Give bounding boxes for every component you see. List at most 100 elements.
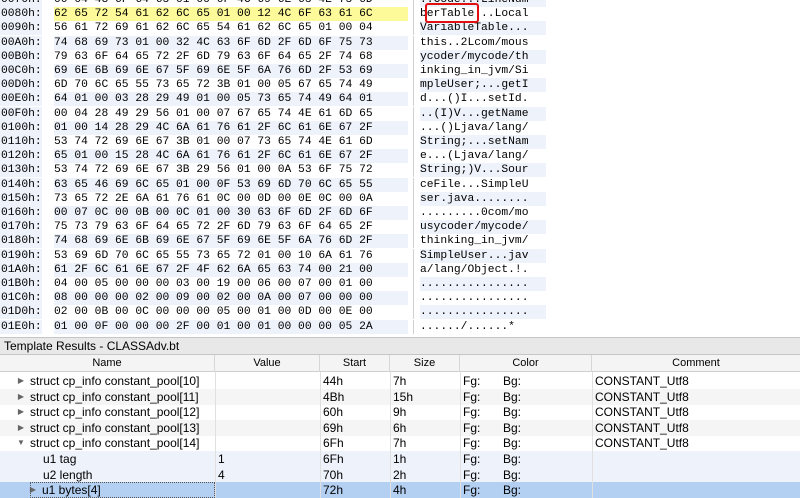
hex-row[interactable]: 0100h: 01 00 14 28 29 4C 6A 61 76 61 2F 6… bbox=[0, 120, 548, 135]
hex-row[interactable]: 0190h: 53 69 6D 70 6C 65 55 73 65 72 01 0… bbox=[0, 248, 548, 263]
hex-row[interactable]: 00F0h: 00 04 28 49 29 56 01 00 07 67 65 7… bbox=[0, 106, 548, 121]
hex-ascii[interactable]: VariableTable... bbox=[420, 21, 546, 36]
hex-address: 0120h: bbox=[0, 149, 42, 164]
hex-column-separator bbox=[413, 135, 414, 149]
hex-bytes[interactable]: 74 68 69 73 01 00 32 4C 63 6F 6D 2F 6D 6… bbox=[54, 35, 408, 50]
hex-bytes[interactable]: 64 01 00 03 28 29 49 01 00 05 73 65 74 4… bbox=[54, 92, 408, 107]
hex-bytes[interactable]: 04 00 05 00 00 00 03 00 19 00 06 00 07 0… bbox=[54, 277, 408, 291]
hex-bytes[interactable]: 65 01 00 15 28 4C 6A 61 76 61 2F 6C 61 6… bbox=[54, 149, 408, 164]
collapse-triangle-icon[interactable]: ▼ bbox=[16, 435, 26, 451]
hex-row[interactable]: 0140h: 63 65 46 69 6C 65 01 00 0F 53 69 6… bbox=[0, 177, 548, 192]
expand-triangle-icon[interactable]: ▶ bbox=[16, 404, 26, 420]
hex-address: 0190h: bbox=[0, 248, 42, 263]
column-header-color[interactable]: Color bbox=[460, 355, 592, 372]
hex-row[interactable]: 01E0h: 01 00 0F 00 00 00 2F 00 01 00 01 0… bbox=[0, 319, 548, 334]
hex-bytes[interactable]: 53 74 72 69 6E 67 3B 29 56 01 00 0A 53 6… bbox=[54, 163, 408, 177]
hex-row[interactable]: 00C0h: 69 6E 6B 69 6E 67 5F 69 6E 5F 6A 7… bbox=[0, 64, 548, 78]
column-header-size[interactable]: Size bbox=[390, 355, 460, 372]
hex-bytes[interactable]: 69 6E 6B 69 6E 67 5F 69 6E 5F 6A 76 6D 2… bbox=[54, 64, 408, 78]
hex-bytes[interactable]: 73 65 72 2E 6A 61 76 61 0C 00 0D 00 0E 0… bbox=[54, 192, 408, 206]
row-value: 4 bbox=[218, 467, 225, 482]
hex-ascii[interactable]: ..(I)V...getName bbox=[420, 106, 546, 121]
hex-row[interactable]: 0150h: 73 65 72 2E 6A 61 76 61 0C 00 0D 0… bbox=[0, 191, 548, 206]
column-header-name[interactable]: Name bbox=[0, 355, 215, 372]
hex-row[interactable]: 01C0h: 08 00 00 00 02 00 09 00 02 00 0A 0… bbox=[0, 291, 548, 306]
hex-row[interactable]: 0110h: 53 74 72 69 6E 67 3B 01 00 07 73 6… bbox=[0, 135, 548, 149]
hex-address: 0080h: bbox=[0, 7, 42, 22]
hex-ascii[interactable]: thinking_in_jvm/ bbox=[420, 234, 546, 249]
hex-ascii[interactable]: .........0com/mo bbox=[420, 206, 546, 220]
template-row[interactable]: ▶ struct cp_info constant_pool[11] 4Bh 15h F… bbox=[0, 388, 800, 405]
hex-bytes[interactable]: 08 00 00 00 02 00 09 00 02 00 0A 00 07 0… bbox=[54, 291, 408, 306]
hex-row[interactable]: 0090h: 56 61 72 69 61 62 6C 65 54 61 62 6… bbox=[0, 21, 548, 36]
hex-bytes[interactable]: 01 00 14 28 29 4C 6A 61 76 61 2F 6C 61 6… bbox=[54, 120, 408, 135]
hex-bytes[interactable]: 63 65 46 69 6C 65 01 00 0F 53 69 6D 70 6… bbox=[54, 177, 408, 192]
template-row[interactable]: u2 length 4 70h 2h Fg: Bg: bbox=[0, 466, 800, 483]
row-comment bbox=[595, 467, 800, 483]
hex-ascii[interactable]: SimpleUser...jav bbox=[420, 248, 546, 263]
hex-row[interactable]: 00E0h: 64 01 00 03 28 29 49 01 00 05 73 6… bbox=[0, 92, 548, 107]
hex-column-separator bbox=[413, 35, 414, 50]
template-row[interactable]: ▼ struct cp_info constant_pool[14] 6Fh 7h Fg… bbox=[0, 435, 800, 451]
expand-triangle-icon[interactable]: ▶ bbox=[16, 373, 26, 389]
hex-ascii[interactable]: ycoder/mycode/th bbox=[420, 49, 546, 64]
hex-row[interactable]: 00B0h: 79 63 6F 64 65 72 2F 6D 79 63 6F 6… bbox=[0, 49, 548, 64]
template-row[interactable]: u1 tag 1 6Fh 1h Fg: Bg: bbox=[0, 451, 800, 467]
hex-bytes[interactable]: 00 04 43 6F 64 65 01 00 0F 4C 69 6E 65 4… bbox=[54, 0, 408, 7]
expand-triangle-icon[interactable]: ▶ bbox=[16, 420, 26, 436]
hex-bytes[interactable]: 53 69 6D 70 6C 65 55 73 65 72 01 00 10 6… bbox=[54, 249, 408, 263]
hex-ascii[interactable]: ser.java........ bbox=[420, 191, 546, 206]
hex-row[interactable]: 0170h: 75 73 79 63 6F 64 65 72 2F 6D 79 6… bbox=[0, 220, 548, 235]
hex-editor-view[interactable]: 0070h: 00 04 43 6F 64 65 01 00 0F 4C 69 6… bbox=[0, 0, 548, 337]
hex-bytes[interactable]: 00 04 28 49 29 56 01 00 07 67 65 74 4E 6… bbox=[54, 107, 408, 121]
hex-column-separator bbox=[413, 305, 414, 320]
hex-ascii[interactable]: mpleUser;...getI bbox=[420, 78, 546, 93]
hex-ascii[interactable]: ....../......* bbox=[420, 319, 546, 334]
hex-row[interactable]: 01B0h: 04 00 05 00 00 00 03 00 19 00 06 0… bbox=[0, 277, 548, 291]
hex-bytes[interactable]: 02 00 0B 00 0C 00 00 00 05 00 01 00 0D 0… bbox=[54, 305, 408, 319]
hex-ascii[interactable]: String;...setNam bbox=[420, 135, 546, 149]
hex-ascii[interactable]: ................ bbox=[420, 277, 546, 291]
hex-bytes[interactable]: 79 63 6F 64 65 72 2F 6D 79 63 6F 64 65 2… bbox=[54, 50, 408, 64]
hex-editor-margin bbox=[548, 0, 800, 337]
hex-row[interactable]: 0120h: 65 01 00 15 28 4C 6A 61 76 61 2F 6… bbox=[0, 149, 548, 164]
hex-ascii[interactable]: e...(Ljava/lang/ bbox=[420, 149, 546, 164]
hex-row[interactable]: 00A0h: 74 68 69 73 01 00 32 4C 63 6F 6D 2… bbox=[0, 35, 548, 50]
hex-bytes[interactable]: 74 68 69 6E 6B 69 6E 67 5F 69 6E 5F 6A 7… bbox=[54, 234, 408, 249]
hex-row[interactable]: 01D0h: 02 00 0B 00 0C 00 00 00 05 00 01 0… bbox=[0, 305, 548, 320]
hex-ascii[interactable]: inking_in_jvm/Si bbox=[420, 64, 546, 78]
hex-row[interactable]: 0130h: 53 74 72 69 6E 67 3B 29 56 01 00 0… bbox=[0, 163, 548, 178]
template-row[interactable]: ▶ struct cp_info constant_pool[12] 60h 9h Fg… bbox=[0, 404, 800, 420]
column-header-comment[interactable]: Comment bbox=[592, 355, 800, 372]
hex-ascii[interactable]: ................ bbox=[420, 291, 546, 306]
row-color-bg: Bg: bbox=[503, 405, 522, 420]
hex-bytes[interactable]: 01 00 0F 00 00 00 2F 00 01 00 01 00 00 0… bbox=[54, 319, 408, 334]
hex-bytes[interactable]: 00 07 0C 00 0B 00 0C 01 00 30 63 6F 6D 2… bbox=[54, 206, 408, 220]
hex-address: 00B0h: bbox=[0, 49, 42, 64]
hex-ascii[interactable]: ceFile...SimpleU bbox=[420, 177, 546, 192]
hex-row[interactable]: 0180h: 74 68 69 6E 6B 69 6E 67 5F 69 6E 5… bbox=[0, 234, 548, 249]
template-row[interactable]: ▶ struct cp_info constant_pool[13] 69h 6h Fg… bbox=[0, 419, 800, 436]
hex-ascii[interactable]: a/lang/Object.!. bbox=[420, 262, 546, 277]
hex-bytes[interactable]: 56 61 72 69 61 62 6C 65 54 61 62 6C 65 0… bbox=[54, 21, 408, 35]
column-header-value[interactable]: Value bbox=[215, 355, 320, 372]
hex-ascii[interactable]: d...()I...setId. bbox=[420, 92, 546, 107]
column-header-start[interactable]: Start bbox=[320, 355, 390, 372]
expand-triangle-icon[interactable]: ▶ bbox=[16, 389, 26, 405]
hex-ascii[interactable]: usycoder/mycode/ bbox=[420, 220, 546, 235]
hex-bytes[interactable]: 6D 70 6C 65 55 73 65 72 3B 01 00 05 67 6… bbox=[54, 78, 408, 92]
hex-bytes[interactable]: 53 74 72 69 6E 67 3B 01 00 07 73 65 74 4… bbox=[54, 135, 408, 149]
template-row[interactable]: ▶ struct cp_info constant_pool[10] 44h 7h Fg… bbox=[0, 373, 800, 389]
hex-ascii[interactable]: this..2Lcom/mous bbox=[420, 35, 546, 50]
hex-ascii[interactable]: ...()Ljava/lang/ bbox=[420, 120, 546, 135]
hex-row[interactable]: 0160h: 00 07 0C 00 0B 00 0C 01 00 30 63 6… bbox=[0, 206, 548, 220]
hex-row[interactable]: 01A0h: 61 2F 6C 61 6E 67 2F 4F 62 6A 65 6… bbox=[0, 262, 548, 277]
hex-ascii[interactable]: String;)V...Sour bbox=[420, 163, 546, 178]
hex-bytes[interactable]: 62 65 72 54 61 62 6C 65 01 00 12 4C 6F 6… bbox=[54, 7, 408, 22]
hex-bytes[interactable]: 61 2F 6C 61 6E 67 2F 4F 62 6A 65 63 74 0… bbox=[54, 262, 408, 277]
hex-ascii[interactable]: ................ bbox=[420, 305, 546, 320]
hex-bytes[interactable]: 75 73 79 63 6F 64 65 72 2F 6D 79 63 6F 6… bbox=[54, 220, 408, 234]
hex-row[interactable]: 00D0h: 6D 70 6C 65 55 73 65 72 3B 01 00 0… bbox=[0, 78, 548, 93]
row-color-bg: Bg: bbox=[503, 374, 522, 388]
row-comment: CONSTANT_Utf8 bbox=[595, 405, 689, 420]
